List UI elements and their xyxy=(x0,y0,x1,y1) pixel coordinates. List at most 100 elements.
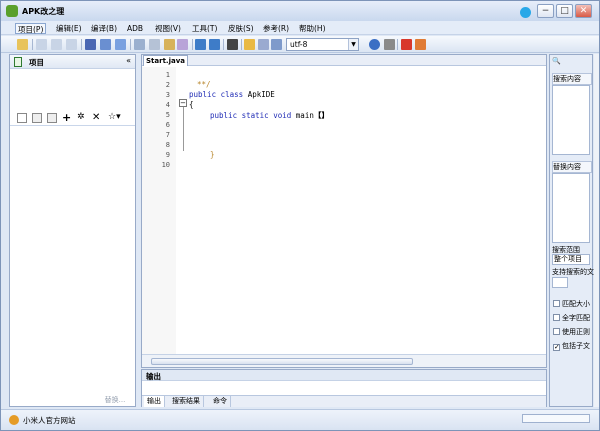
tab-command[interactable]: 命令 xyxy=(210,396,231,407)
copy-icon[interactable] xyxy=(66,39,77,50)
open-file-icon[interactable] xyxy=(32,113,42,123)
collapse-panel-button[interactable]: « xyxy=(126,56,131,65)
main-window: APK改之理 − □ ✕ 项目(P) 编辑(E) 编译(B) ADB 视图(V)… xyxy=(0,0,600,431)
encoding-value: utf-8 xyxy=(290,40,308,49)
website-icon xyxy=(9,415,19,425)
option-subfolders[interactable]: ✓ 包括子文 xyxy=(553,341,593,351)
new-file-icon[interactable] xyxy=(17,113,27,123)
output-panel: 输出 输出 搜索结果 命令 xyxy=(141,369,547,407)
fold-toggle-icon[interactable]: − xyxy=(179,99,187,107)
menu-project[interactable]: 项目(P) xyxy=(15,23,47,34)
paste-icon[interactable] xyxy=(149,39,160,50)
menu-view[interactable]: 视图(V) xyxy=(153,23,183,34)
option-label: 包括子文 xyxy=(562,342,590,350)
checkbox[interactable] xyxy=(553,300,560,307)
title-bar: APK改之理 − □ ✕ xyxy=(1,1,599,21)
option-label: 使用正则 xyxy=(562,328,590,336)
project-panel: 项目 « + ✲ ✕ ☆▾ 替换... xyxy=(9,54,136,407)
menu-skin[interactable]: 皮肤(S) xyxy=(226,23,256,34)
save-icon[interactable] xyxy=(85,39,96,50)
project-icon xyxy=(14,57,22,67)
window-title: APK改之理 xyxy=(22,7,65,16)
editor-horizontal-scrollbar[interactable] xyxy=(142,354,546,367)
menu-build[interactable]: 编译(B) xyxy=(89,23,119,34)
app-icon xyxy=(6,5,18,17)
close-button[interactable]: ✕ xyxy=(575,4,592,18)
delete-icon[interactable]: ✕ xyxy=(92,113,102,123)
status-bar: 小米人官方网站 xyxy=(1,409,599,430)
home-icon[interactable] xyxy=(415,39,426,50)
right-scrollbar[interactable] xyxy=(594,54,599,407)
maximize-button[interactable]: □ xyxy=(556,4,573,18)
help-icon[interactable] xyxy=(369,39,380,50)
checkbox[interactable] xyxy=(553,314,560,321)
search-scope-select[interactable]: 整个项目 xyxy=(552,254,590,265)
line-number: 8 xyxy=(165,141,170,149)
encoding-select[interactable]: utf-8 ▼ xyxy=(286,38,359,51)
find-icon[interactable] xyxy=(227,39,238,50)
line-number: 2 xyxy=(165,81,170,89)
output-tab-bar: 输出 搜索结果 命令 xyxy=(142,395,546,407)
checkbox[interactable] xyxy=(553,328,560,335)
file-ext-select[interactable] xyxy=(552,277,568,288)
settings-icon[interactable] xyxy=(271,39,282,50)
line-number: 9 xyxy=(165,151,170,159)
editor-tab-bar: Start.java xyxy=(142,55,546,66)
line-number: 10 xyxy=(161,161,170,169)
line-number: 3 xyxy=(165,91,170,99)
line-number-gutter: 1 2 3 4 5 6 7 8 9 10 xyxy=(142,67,176,354)
toolbar-separator xyxy=(223,39,224,50)
search-content-label: 搜索内容 xyxy=(552,73,592,85)
tab-start-java[interactable]: Start.java xyxy=(143,55,188,66)
open-icon[interactable] xyxy=(36,39,47,50)
status-link[interactable]: 小米人官方网站 xyxy=(23,415,76,426)
search-panel-header: 🔍 xyxy=(552,57,561,65)
line-number: 5 xyxy=(165,111,170,119)
build-icon[interactable] xyxy=(244,39,255,50)
menu-bar: 项目(P) 编辑(E) 编译(B) ADB 视图(V) 工具(T) 皮肤(S) … xyxy=(1,21,599,35)
exit-icon[interactable] xyxy=(401,39,412,50)
add-icon[interactable]: + xyxy=(62,112,72,123)
code-class-name: ApkIDE xyxy=(247,90,275,99)
skin-icon[interactable] xyxy=(520,7,531,18)
clipboard-icon[interactable] xyxy=(164,39,175,50)
cut-icon[interactable] xyxy=(134,39,145,50)
undo-icon[interactable] xyxy=(195,39,206,50)
output-header: 输出 xyxy=(142,370,546,381)
code-line-3: public class ApkIDE xyxy=(189,90,275,99)
redo-icon[interactable] xyxy=(209,39,220,50)
checkbox-checked[interactable]: ✓ xyxy=(553,344,560,351)
file-ext-label: 支持搜索的文 xyxy=(552,268,594,276)
new-project-icon[interactable] xyxy=(17,39,28,50)
close-file-icon[interactable] xyxy=(115,39,126,50)
menu-reference[interactable]: 参考(R) xyxy=(261,23,291,34)
dropdown-icon[interactable] xyxy=(384,39,395,50)
menu-help[interactable]: 帮助(H) xyxy=(297,23,328,34)
minimize-button[interactable]: − xyxy=(537,4,554,18)
save-as-icon[interactable] xyxy=(100,39,111,50)
replace-content-input[interactable] xyxy=(552,173,590,243)
format-icon[interactable] xyxy=(177,39,188,50)
line-number: 4 xyxy=(165,101,170,109)
project-tree[interactable] xyxy=(10,125,135,395)
collapse-all-icon[interactable]: ✲ xyxy=(77,113,87,123)
menu-tools[interactable]: 工具(T) xyxy=(190,23,219,34)
refresh-icon[interactable] xyxy=(47,113,57,123)
option-regex[interactable]: 使用正则 xyxy=(553,327,593,337)
code-editor[interactable]: Start.java 1 2 3 4 5 6 7 8 9 10 − **/ pu… xyxy=(141,54,547,368)
toolbar-separator xyxy=(192,39,193,50)
option-whole-word[interactable]: 全字匹配 xyxy=(553,313,593,323)
device-icon[interactable] xyxy=(258,39,269,50)
tab-search-results[interactable]: 搜索结果 xyxy=(169,396,204,407)
save-all-icon[interactable] xyxy=(51,39,62,50)
replace-button[interactable]: 替换... xyxy=(97,395,133,406)
option-match-case[interactable]: 匹配大小 xyxy=(553,299,593,309)
favorites-icon[interactable]: ☆▾ xyxy=(108,113,126,123)
scrollbar-thumb[interactable] xyxy=(151,358,413,365)
menu-adb[interactable]: ADB xyxy=(125,23,145,34)
line-number: 1 xyxy=(165,71,170,79)
search-content-input[interactable] xyxy=(552,85,590,155)
tab-output[interactable]: 输出 xyxy=(144,396,165,407)
chevron-down-icon[interactable]: ▼ xyxy=(348,39,358,50)
menu-edit[interactable]: 编辑(E) xyxy=(54,23,84,34)
